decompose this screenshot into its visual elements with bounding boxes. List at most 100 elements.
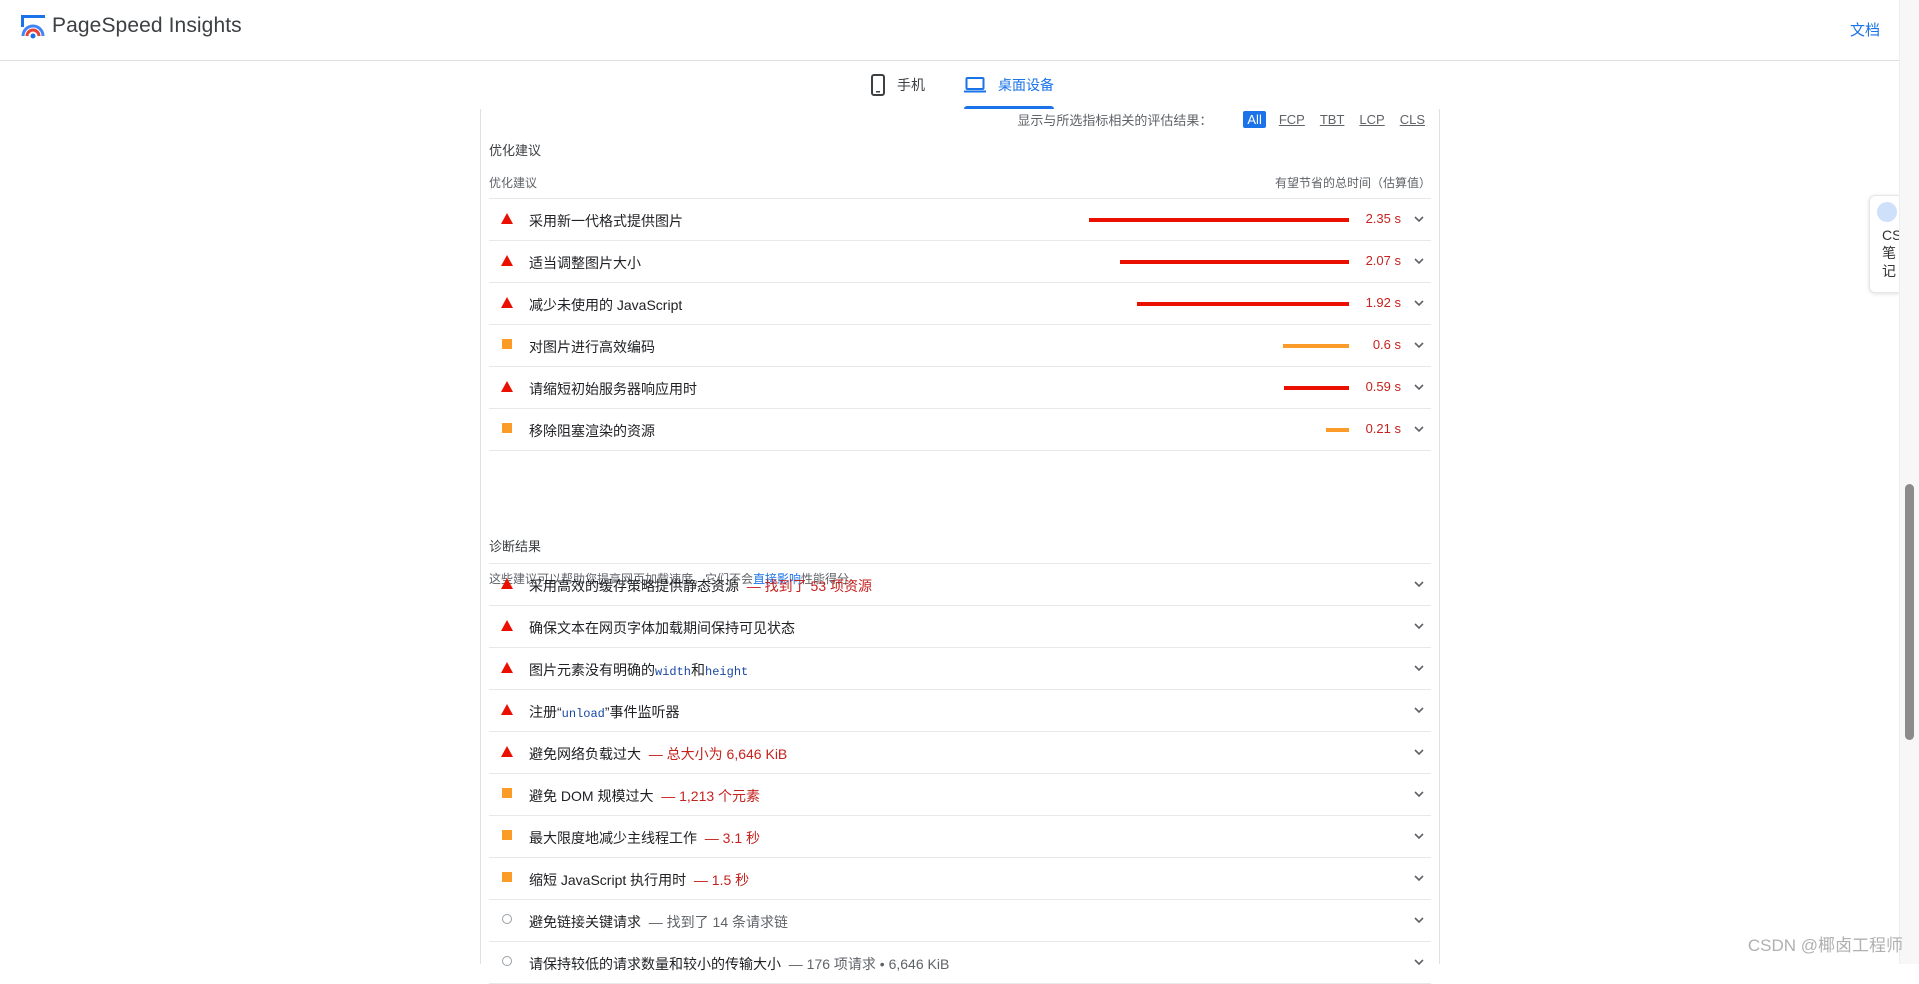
diagnostic-label: 避免链接关键请求 — [529, 914, 641, 930]
phone-icon — [871, 74, 885, 96]
side-note-widget[interactable]: CSDN笔记 — [1869, 195, 1900, 293]
filter-all[interactable]: All — [1243, 111, 1266, 128]
diagnostic-detail: — 找到了 14 条请求链 — [648, 914, 789, 930]
savings-value: 0.59 s — [1365, 379, 1401, 394]
chevron-down-icon[interactable] — [1413, 830, 1425, 842]
diagnostic-label: 最大限度地减少主线程工作 — [529, 830, 697, 846]
red-triangle-icon — [501, 662, 513, 673]
opportunity-label: 适当调整图片大小 — [529, 255, 641, 271]
tab-mobile[interactable]: 手机 — [871, 61, 925, 109]
diagnostic-row[interactable]: 请保持较低的请求数量和较小的传输大小 — 176 项请求 • 6,646 KiB — [489, 942, 1431, 984]
opportunity-row[interactable]: 请缩短初始服务器响应用时 0.59 s — [489, 367, 1431, 409]
diagnostic-detail: — 总大小为 6,646 KiB — [648, 746, 788, 762]
chevron-down-icon[interactable] — [1413, 662, 1425, 674]
savings-bar — [1326, 428, 1349, 432]
chevron-down-icon[interactable] — [1413, 956, 1425, 968]
savings-bar — [1089, 218, 1349, 222]
diagnostic-label: 请保持较低的请求数量和较小的传输大小 — [529, 956, 781, 972]
diagnostic-label: 避免网络负载过大 — [529, 746, 641, 762]
opportunity-row[interactable]: 适当调整图片大小 2.07 s — [489, 241, 1431, 283]
savings-bar — [1283, 344, 1349, 348]
chevron-down-icon[interactable] — [1413, 578, 1425, 590]
diagnostic-label: 缩短 JavaScript 执行用时 — [529, 872, 687, 888]
chevron-down-icon[interactable] — [1413, 381, 1425, 393]
diagnostic-detail: — 找到了 53 项资源 — [746, 578, 873, 594]
red-triangle-icon — [501, 620, 513, 631]
page-scrollbar[interactable] — [1899, 0, 1919, 964]
filter-lcp[interactable]: LCP — [1357, 111, 1386, 128]
side-widget-text: CSDN笔记 — [1882, 227, 1900, 279]
diagnostic-row[interactable]: 避免 DOM 规模过大 — 1,213 个元素 — [489, 774, 1431, 816]
savings-bar — [1120, 260, 1349, 264]
chevron-down-icon[interactable] — [1413, 914, 1425, 926]
savings-value: 1.92 s — [1365, 295, 1401, 310]
diagnostic-row[interactable]: 确保文本在网页字体加载期间保持可见状态 — [489, 606, 1431, 648]
note-icon — [1877, 202, 1897, 222]
savings-value: 0.21 s — [1365, 421, 1401, 436]
audit-panel: 显示与所选指标相关的评估结果： All FCP TBT LCP CLS 优化建议… — [480, 109, 1440, 984]
label-text: ”事件监听器 — [604, 704, 680, 720]
savings-value: 0.6 s — [1372, 337, 1401, 352]
chevron-down-icon[interactable] — [1413, 704, 1425, 716]
diagnostic-row[interactable]: 最大限度地减少主线程工作 — 3.1 秒 — [489, 816, 1431, 858]
red-triangle-icon — [501, 297, 513, 308]
diagnostic-row[interactable]: 缩短 JavaScript 执行用时 — 1.5 秒 — [489, 858, 1431, 900]
grey-circle-icon — [502, 956, 512, 966]
diagnostic-row[interactable]: 避免网络负载过大 — 总大小为 6,646 KiB — [489, 732, 1431, 774]
opportunity-row[interactable]: 对图片进行高效编码 0.6 s — [489, 325, 1431, 367]
diagnostic-row[interactable]: 采用高效的缓存策略提供静态资源 — 找到了 53 项资源 — [489, 564, 1431, 606]
pagespeed-logo-icon — [21, 15, 45, 39]
orange-square-icon — [502, 830, 512, 840]
chevron-down-icon[interactable] — [1413, 423, 1425, 435]
chevron-down-icon[interactable] — [1413, 620, 1425, 632]
red-triangle-icon — [501, 578, 513, 589]
chevron-down-icon[interactable] — [1413, 339, 1425, 351]
filter-fcp[interactable]: FCP — [1277, 111, 1307, 128]
opportunities-header: 优化建议 有望节省的总时间（估算值） — [489, 170, 1431, 199]
chevron-down-icon[interactable] — [1413, 255, 1425, 267]
orange-square-icon — [502, 339, 512, 349]
opportunities-title: 优化建议 — [489, 143, 542, 158]
grey-circle-icon — [502, 914, 512, 924]
diagnostic-detail: — 1,213 个元素 — [661, 788, 761, 804]
diagnostic-label: 图片元素没有明确的width和height — [529, 660, 748, 680]
orange-square-icon — [502, 788, 512, 798]
chevron-down-icon[interactable] — [1413, 746, 1425, 758]
docs-link[interactable]: 文档 — [1850, 19, 1880, 40]
label-text: 图片元素没有明确的 — [529, 662, 655, 678]
diagnostic-label: 注册“unload”事件监听器 — [529, 702, 680, 722]
chevron-down-icon[interactable] — [1413, 788, 1425, 800]
diagnostic-label: 采用高效的缓存策略提供静态资源 — [529, 578, 739, 594]
scrollbar-thumb[interactable] — [1905, 484, 1914, 740]
chevron-down-icon[interactable] — [1413, 872, 1425, 884]
brand-title[interactable]: PageSpeed Insights — [52, 14, 242, 38]
opportunity-row[interactable]: 采用新一代格式提供图片 2.35 s — [489, 199, 1431, 241]
diagnostic-row[interactable]: 避免链接关键请求 — 找到了 14 条请求链 — [489, 900, 1431, 942]
opportunities-col-right: 有望节省的总时间（估算值） — [1274, 176, 1431, 190]
diagnostic-row[interactable]: 图片元素没有明确的width和height — [489, 648, 1431, 690]
device-tabs: 手机 桌面设备 — [0, 61, 1900, 109]
diagnostic-row[interactable]: 注册“unload”事件监听器 — [489, 690, 1431, 732]
code-height: height — [705, 665, 749, 679]
diagnostic-detail: — 176 项请求 • 6,646 KiB — [788, 956, 950, 972]
orange-square-icon — [502, 423, 512, 433]
tab-desktop-label: 桌面设备 — [998, 77, 1054, 93]
filter-tbt[interactable]: TBT — [1318, 111, 1347, 128]
opportunity-row[interactable]: 减少未使用的 JavaScript 1.92 s — [489, 283, 1431, 325]
diagnostic-detail: — 1.5 秒 — [693, 872, 750, 888]
opportunity-label: 移除阻塞渲染的资源 — [529, 423, 655, 439]
chevron-down-icon[interactable] — [1413, 213, 1425, 225]
label-text: 注册“ — [529, 704, 562, 720]
savings-value: 2.07 s — [1365, 253, 1401, 268]
tab-mobile-label: 手机 — [897, 77, 925, 93]
opportunities-col-left: 优化建议 — [489, 176, 538, 190]
red-triangle-icon — [501, 746, 513, 757]
filter-label: 显示与所选指标相关的评估结果： — [1017, 113, 1213, 128]
filter-cls[interactable]: CLS — [1398, 111, 1427, 128]
red-triangle-icon — [501, 704, 513, 715]
chevron-down-icon[interactable] — [1413, 297, 1425, 309]
orange-square-icon — [502, 872, 512, 882]
opportunity-row[interactable]: 移除阻塞渲染的资源 0.21 s — [489, 409, 1431, 451]
opportunity-label: 采用新一代格式提供图片 — [529, 213, 683, 229]
tab-desktop[interactable]: 桌面设备 — [964, 61, 1054, 109]
